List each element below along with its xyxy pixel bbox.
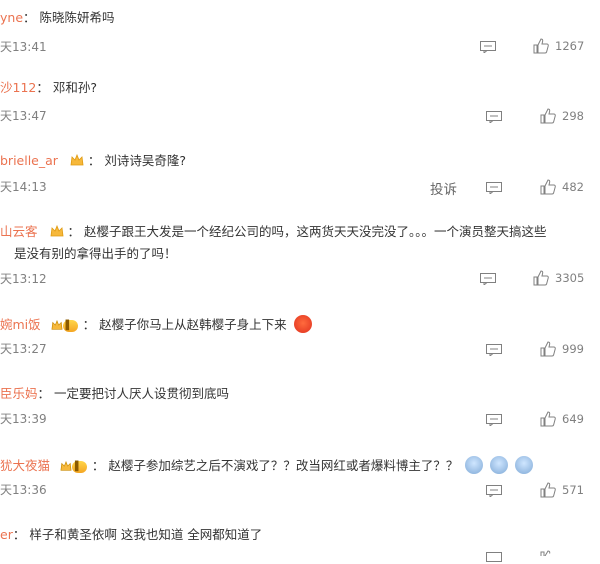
comment-text: 赵樱子参加综艺之后不演戏了？？改当网红或者爆料博主了？？ — [108, 458, 459, 473]
username[interactable]: 婉mi饭 — [0, 317, 41, 332]
username[interactable]: brielle_ar — [0, 153, 58, 168]
comment-line: 犹大夜猫 ▌ ： 赵樱子参加综艺之后不演戏了？？改当网红或者爆料博主了？？ — [0, 456, 534, 475]
like-count: 298 — [562, 109, 584, 123]
comment-text: 刘诗诗吴奇隆? — [104, 153, 187, 168]
shocked-emoji-icon — [465, 456, 484, 474]
comment-line: er： 样子和黄圣依啊 这我也知道 全网都知道了 — [0, 526, 262, 544]
like-count: 3305 — [555, 271, 585, 285]
report-link[interactable]: 投诉 — [430, 178, 457, 198]
thumbs-up-icon — [533, 38, 549, 54]
comment-bubble-icon[interactable] — [486, 182, 502, 194]
like-button[interactable]: 1267 — [533, 38, 584, 54]
comment-bubble-icon[interactable] — [480, 41, 496, 53]
like-button[interactable]: 482 — [540, 179, 584, 195]
like-button[interactable]: 649 — [540, 411, 584, 427]
colon: ： — [91, 458, 105, 473]
comment-line: 山云客 ： 赵樱子跟王大发是一个经纪公司的吗，这两货天天没完没了。。。一个演员整… — [0, 223, 547, 241]
like-button[interactable]: 999 — [540, 341, 584, 357]
username[interactable]: 沙112 — [0, 80, 36, 95]
comment-text-continued: 是没有别的拿得出手的了吗！ — [14, 246, 177, 261]
username[interactable]: 犹大夜猫 — [0, 458, 50, 473]
timestamp: 天13:41 — [0, 40, 47, 54]
thumbs-up-icon — [540, 108, 556, 124]
comment-text: 样子和黄圣依啊 这我也知道 全网都知道了 — [29, 527, 263, 542]
username[interactable]: er — [0, 527, 13, 542]
comment-line: 婉mi饭 ▌ ： 赵樱子你马上从赵韩樱子身上下来 — [0, 315, 312, 334]
username[interactable]: yne — [0, 10, 23, 25]
timestamp: 天14:13 — [0, 180, 47, 194]
username[interactable]: 臣乐妈 — [0, 386, 38, 401]
comment-bubble-icon[interactable] — [486, 552, 502, 564]
comment-bubble-icon[interactable] — [486, 485, 502, 497]
like-button[interactable]: 298 — [540, 108, 584, 124]
comment-bubble-icon[interactable] — [486, 414, 502, 426]
colon: ： — [36, 80, 49, 95]
colon: ： — [12, 527, 26, 542]
colon: ： — [87, 153, 101, 168]
comment-text: 一定要把讨人厌人设贯彻到底吗 — [54, 386, 230, 401]
comment-bubble-icon[interactable] — [480, 273, 496, 285]
like-button[interactable]: 3305 — [533, 270, 584, 286]
timestamp: 天13:47 — [0, 109, 47, 123]
angry-emoji-icon — [293, 315, 312, 333]
colon: ： — [23, 10, 36, 25]
thumbs-up-icon — [533, 270, 549, 286]
colon: ： — [82, 317, 96, 332]
timestamp: 天13:12 — [0, 272, 47, 286]
like-button[interactable]: 571 — [540, 482, 584, 498]
colon: ： — [67, 224, 81, 239]
comment-line: brielle_ar ： 刘诗诗吴奇隆? — [0, 152, 186, 170]
comment-line: 臣乐妈： 一定要把讨人厌人设贯彻到底吗 — [0, 385, 229, 403]
comment-line: 沙112： 邓和孙? — [0, 79, 97, 97]
shocked-emoji-icon — [515, 456, 534, 474]
vip-level-icon: ▌ — [51, 319, 78, 333]
thumbs-up-icon — [540, 411, 556, 427]
like-count: 649 — [562, 412, 584, 426]
comment-text: 陈晓陈妍希吗 — [39, 10, 115, 25]
like-count: 571 — [562, 483, 584, 497]
like-count: 482 — [562, 180, 584, 194]
comment-text: 邓和孙? — [52, 80, 97, 95]
thumbs-up-icon — [540, 482, 556, 498]
thumbs-up-icon — [540, 341, 556, 357]
thumbs-up-icon — [540, 179, 556, 195]
crown-icon — [50, 225, 63, 237]
vip-level-icon: ▌ — [60, 460, 87, 474]
comment-line-continued: 是没有别的拿得出手的了吗！ — [14, 245, 177, 263]
comment-text: 赵樱子你马上从赵韩樱子身上下来 — [99, 317, 287, 332]
crown-icon — [70, 154, 84, 166]
timestamp: 天13:36 — [0, 483, 47, 497]
shocked-emoji-icon — [490, 456, 509, 474]
thumbs-up-icon[interactable] — [540, 550, 556, 556]
like-count: 999 — [562, 342, 584, 356]
like-count: 1267 — [555, 39, 585, 53]
timestamp: 天13:39 — [0, 412, 47, 426]
timestamp: 天13:27 — [0, 342, 47, 356]
comment-bubble-icon[interactable] — [486, 344, 502, 356]
comment-text: 赵樱子跟王大发是一个经纪公司的吗，这两货天天没完没了。。。一个演员整天搞这些 — [84, 224, 547, 239]
comment-bubble-icon[interactable] — [486, 111, 502, 123]
username[interactable]: 山云客 — [0, 224, 38, 239]
comment-line: yne： 陈晓陈妍希吗 — [0, 9, 115, 27]
colon: ： — [37, 386, 51, 401]
